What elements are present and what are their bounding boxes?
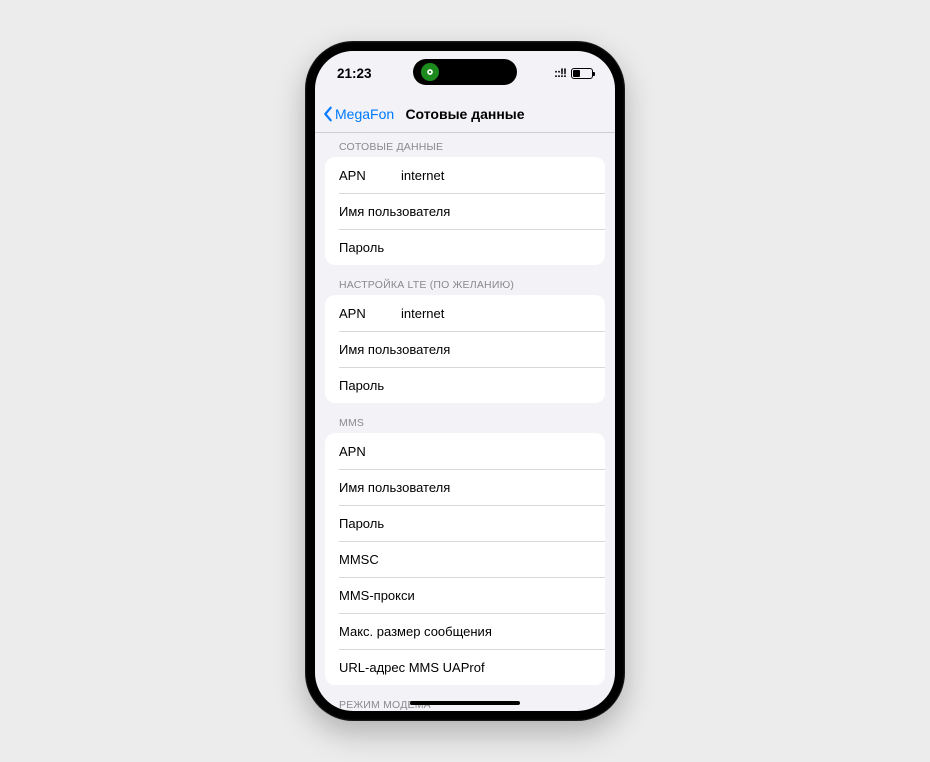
activity-icon	[421, 63, 439, 81]
field-label: Пароль	[339, 516, 591, 531]
row-lte-password[interactable]: Пароль	[325, 367, 605, 403]
group-lte: APN internet Имя пользователя Пароль	[325, 295, 605, 403]
group-cellular: APN internet Имя пользователя Пароль	[325, 157, 605, 265]
field-label: MMSC	[339, 552, 591, 567]
row-mms-uaprof[interactable]: URL-адрес MMS UAProf	[325, 649, 605, 685]
phone-screen: 21:23 ::!! MegaFon Сотовые данные СОТОВЫ…	[315, 51, 615, 711]
row-mms-mmsc[interactable]: MMSC	[325, 541, 605, 577]
field-label: Имя пользователя	[339, 342, 591, 357]
field-label: APN	[339, 168, 401, 183]
section-header-mms: MMS	[315, 403, 615, 433]
field-label: URL-адрес MMS UAProf	[339, 660, 591, 675]
page-title: Сотовые данные	[405, 106, 524, 122]
row-mms-apn[interactable]: APN	[325, 433, 605, 469]
row-mms-username[interactable]: Имя пользователя	[325, 469, 605, 505]
field-value: internet	[401, 306, 444, 321]
field-label: Имя пользователя	[339, 204, 591, 219]
row-lte-apn[interactable]: APN internet	[325, 295, 605, 331]
back-label: MegaFon	[335, 106, 394, 122]
field-label: APN	[339, 444, 591, 459]
field-label: Пароль	[339, 240, 591, 255]
home-indicator[interactable]	[410, 701, 520, 705]
row-mms-password[interactable]: Пароль	[325, 505, 605, 541]
status-bar: 21:23 ::!!	[315, 51, 615, 95]
field-label: MMS-прокси	[339, 588, 591, 603]
phone-frame: 21:23 ::!! MegaFon Сотовые данные СОТОВЫ…	[305, 41, 625, 721]
row-cellular-apn[interactable]: APN internet	[325, 157, 605, 193]
row-cellular-username[interactable]: Имя пользователя	[325, 193, 605, 229]
dynamic-island	[413, 59, 517, 85]
nav-bar: MegaFon Сотовые данные	[315, 95, 615, 133]
row-lte-username[interactable]: Имя пользователя	[325, 331, 605, 367]
field-value: internet	[401, 168, 444, 183]
section-header-hotspot: РЕЖИМ МОДЕМА	[315, 685, 615, 711]
field-label: Пароль	[339, 378, 591, 393]
signal-icon: ::!!	[554, 66, 566, 80]
row-cellular-password[interactable]: Пароль	[325, 229, 605, 265]
back-button[interactable]: MegaFon	[321, 105, 394, 123]
chevron-left-icon	[321, 105, 335, 123]
settings-scroll[interactable]: СОТОВЫЕ ДАННЫЕ APN internet Имя пользова…	[315, 133, 615, 711]
field-label: APN	[339, 306, 401, 321]
status-time: 21:23	[337, 66, 372, 81]
battery-icon	[571, 68, 593, 79]
field-label: Макс. размер сообщения	[339, 624, 591, 639]
row-mms-maxsize[interactable]: Макс. размер сообщения	[325, 613, 605, 649]
field-label: Имя пользователя	[339, 480, 591, 495]
status-right: ::!!	[554, 66, 593, 80]
settings-content: СОТОВЫЕ ДАННЫЕ APN internet Имя пользова…	[315, 133, 615, 711]
section-header-lte: НАСТРОЙКА LTE (ПО ЖЕЛАНИЮ)	[315, 265, 615, 295]
row-mms-proxy[interactable]: MMS-прокси	[325, 577, 605, 613]
group-mms: APN Имя пользователя Пароль MMSC MMS-про…	[325, 433, 605, 685]
section-header-cellular: СОТОВЫЕ ДАННЫЕ	[315, 133, 615, 157]
